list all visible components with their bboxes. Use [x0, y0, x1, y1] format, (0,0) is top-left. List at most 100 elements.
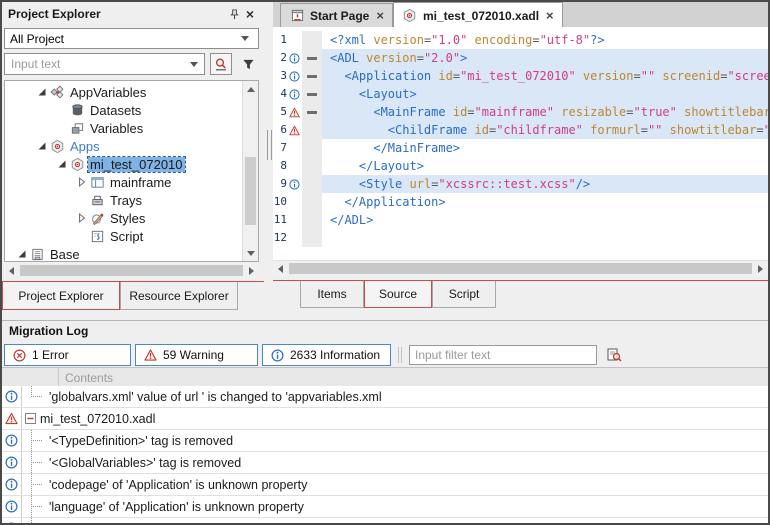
editor-tab-start-page[interactable]: Start Page×: [280, 3, 393, 27]
fold-margin[interactable]: [302, 49, 322, 67]
project-filter-dropdown[interactable]: All Project: [4, 28, 259, 49]
info-marker-icon: [287, 49, 302, 67]
tree-item-styles[interactable]: Styles: [5, 209, 243, 227]
tree-item-label: mi_test_072010: [88, 157, 185, 172]
expander-open-icon[interactable]: [15, 247, 29, 261]
tree-search-combo[interactable]: [4, 53, 205, 75]
filter-button-error[interactable]: 1 Error: [4, 344, 131, 366]
editor-tab-mi-test-072010-xadl[interactable]: mi_test_072010.xadl ×: [393, 2, 563, 28]
apps-icon: [49, 138, 65, 154]
code-line: 1<?xml version="1.0" encoding="utf-8"?>: [273, 31, 768, 49]
tab-label: Script: [449, 287, 480, 301]
line-marker-empty: [287, 157, 302, 175]
scroll-up-icon[interactable]: [243, 82, 258, 96]
fold-marker-icon[interactable]: [307, 57, 317, 60]
tree-vertical-scrollbar[interactable]: [242, 81, 258, 261]
fold-marker-icon[interactable]: [307, 93, 317, 96]
tree-item-datasets[interactable]: Datasets: [5, 101, 243, 119]
scroll-left-icon[interactable]: [273, 261, 288, 276]
info-icon: [2, 518, 22, 523]
log-row[interactable]: 'codepage' of 'Application' is unknown p…: [2, 474, 768, 496]
tab-label: mi_test_072010.xadl: [423, 9, 539, 23]
code-editor[interactable]: 1<?xml version="1.0" encoding="utf-8"?>2…: [273, 27, 768, 264]
tab-label: Items: [317, 287, 346, 301]
editor-panel: Start Page× mi_test_072010.xadl × 1<?xml v…: [273, 2, 768, 310]
warning-marker-icon: [287, 121, 302, 139]
log-row[interactable]: 'language' of 'Application' is unknown p…: [2, 496, 768, 518]
search-icon: [213, 56, 229, 72]
filter-button[interactable]: [237, 53, 259, 75]
editor-horizontal-scrollbar[interactable]: [273, 260, 768, 276]
panel-splitter[interactable]: [264, 2, 273, 310]
fold-marker-icon[interactable]: [307, 111, 317, 114]
line-marker-empty: [287, 229, 302, 247]
scroll-right-icon[interactable]: [244, 263, 259, 278]
filter-button-information[interactable]: 2633 Information: [262, 344, 391, 366]
scrollbar-thumb[interactable]: [20, 265, 243, 276]
scrollbar-thumb[interactable]: [245, 157, 256, 225]
explorer-tab-project-explorer[interactable]: Project Explorer: [2, 282, 120, 310]
tree-item-appvariables[interactable]: AppVariables: [5, 83, 243, 101]
expander-closed-icon[interactable]: [75, 211, 89, 225]
fold-margin: [302, 229, 322, 247]
explorer-tabs: Project Explorer Resource Explorer: [2, 281, 264, 310]
collapse-toggle-icon[interactable]: [25, 413, 36, 424]
search-button[interactable]: [210, 53, 232, 75]
view-tab-source[interactable]: Source: [364, 281, 432, 308]
explorer-tab-resource-explorer[interactable]: Resource Explorer: [120, 282, 238, 310]
log-row[interactable]: 'globalvars.xml' value of url ' is chang…: [2, 386, 768, 408]
code-text: <Application id="mi_test_072010" version…: [322, 67, 768, 85]
close-icon[interactable]: ×: [242, 6, 258, 22]
log-row[interactable]: 'mainframeurl' of 'Application' is unkno…: [2, 518, 768, 523]
log-filter-input[interactable]: [409, 345, 597, 365]
tree-connector-icon: [31, 496, 45, 517]
expander-open-icon[interactable]: [55, 157, 69, 171]
line-number: 8: [273, 157, 287, 175]
tree-item-variables[interactable]: Variables: [5, 119, 243, 137]
pin-icon[interactable]: [226, 6, 242, 22]
view-tab-items[interactable]: Items: [300, 281, 364, 308]
tree-horizontal-scrollbar[interactable]: [4, 263, 259, 278]
tree-item-trays[interactable]: Trays: [5, 191, 243, 209]
fold-margin: [302, 193, 322, 211]
code-line: 4 <Layout>: [273, 85, 768, 103]
filter-label: 2633 Information: [290, 348, 380, 362]
tree-item-label: Trays: [110, 193, 142, 208]
tree-item-mainframe[interactable]: mainframe: [5, 173, 243, 191]
line-number: 5: [273, 103, 287, 121]
expander-closed-icon[interactable]: [75, 175, 89, 189]
view-tab-script[interactable]: Script: [432, 281, 496, 308]
log-row[interactable]: mi_test_072010.xadl: [2, 408, 768, 430]
funnel-icon: [240, 56, 256, 72]
tree-item-script[interactable]: Script: [5, 227, 243, 245]
log-search-button[interactable]: [603, 344, 625, 366]
project-filter-value: All Project: [10, 32, 237, 46]
code-line: 9 <Style url="xcssrc::test.xcss"/>: [273, 175, 768, 193]
filter-button-warning[interactable]: 59 Warning: [135, 344, 258, 366]
tree-search-input[interactable]: [9, 56, 186, 72]
fold-marker-icon[interactable]: [307, 75, 317, 78]
expander-open-icon[interactable]: [35, 85, 49, 99]
scroll-down-icon[interactable]: [243, 246, 258, 260]
tree-item-mi-test-072010[interactable]: mi_test_072010: [5, 155, 243, 173]
tab-label: Project Explorer: [18, 289, 103, 303]
info-marker-icon: [287, 175, 302, 193]
tree-item-base[interactable]: Base: [5, 245, 243, 261]
log-message: '<GlobalVariables>' tag is removed: [49, 456, 241, 470]
fold-margin[interactable]: [302, 103, 322, 121]
fold-margin[interactable]: [302, 85, 322, 103]
expander-open-icon[interactable]: [35, 139, 49, 153]
fold-margin[interactable]: [302, 67, 322, 85]
tree-item-label: mainframe: [110, 175, 171, 190]
tree-item-apps[interactable]: Apps: [5, 137, 243, 155]
scroll-left-icon[interactable]: [4, 263, 19, 278]
scrollbar-thumb[interactable]: [289, 263, 752, 274]
scroll-right-icon[interactable]: [753, 261, 768, 276]
tab-close-icon[interactable]: ×: [544, 8, 554, 23]
log-row[interactable]: '<TypeDefinition>' tag is removed: [2, 430, 768, 452]
tab-close-icon[interactable]: ×: [374, 8, 384, 23]
code-line: 3 <Application id="mi_test_072010" versi…: [273, 67, 768, 85]
line-marker-empty: [287, 31, 302, 49]
code-line: 6 <ChildFrame id="childframe" formurl=""…: [273, 121, 768, 139]
log-row[interactable]: '<GlobalVariables>' tag is removed: [2, 452, 768, 474]
